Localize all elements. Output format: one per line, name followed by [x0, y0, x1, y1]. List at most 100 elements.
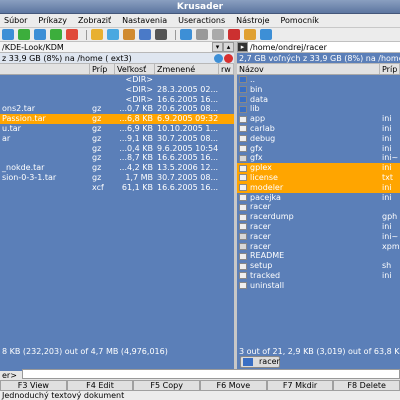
- left-col-size[interactable]: Veľkosť: [115, 64, 155, 74]
- home-icon[interactable]: [34, 29, 46, 40]
- file-icon: [239, 115, 247, 123]
- network-icon[interactable]: [139, 29, 151, 40]
- menu-item-6[interactable]: Pomocník: [280, 16, 318, 25]
- left-col-ext[interactable]: Príp: [90, 64, 115, 74]
- right-file-row[interactable]: tracked ini: [237, 271, 400, 281]
- fkey-button-6[interactable]: F6 Move: [200, 380, 267, 391]
- right-cell-ext: [380, 75, 400, 85]
- left-cell-ext: gz: [92, 104, 102, 114]
- right-file-row[interactable]: racerdump gph: [237, 212, 400, 222]
- right-file-row[interactable]: ..: [237, 75, 400, 85]
- right-file-row[interactable]: bin: [237, 85, 400, 95]
- menu-item-2[interactable]: Zobraziť: [78, 16, 111, 25]
- fkey-button-8[interactable]: F8 Delete: [333, 380, 400, 391]
- swap-icon[interactable]: [180, 29, 192, 40]
- right-file-row[interactable]: gplex ini: [237, 163, 400, 173]
- right-file-row[interactable]: lib: [237, 104, 400, 114]
- left-file-row[interactable]: ar gz ...9,1 KB 30.7.2005 08...: [0, 134, 234, 144]
- menu-item-3[interactable]: Nastavenia: [122, 16, 167, 25]
- left-file-row[interactable]: sion-0-3-1.tar gz 1,7 MB 30.7.2005 08...: [0, 173, 234, 183]
- fkey-button-3[interactable]: F3 View: [0, 380, 67, 391]
- right-file-row[interactable]: racer: [237, 202, 400, 212]
- left-file-row[interactable]: Passion.tar gz ...6,8 KB 6.9.2005 09:32: [0, 114, 234, 124]
- file-icon: [239, 203, 247, 211]
- fkey-button-4[interactable]: F4 Edit: [66, 380, 134, 391]
- right-cell-name: gplex: [250, 163, 272, 173]
- sync-icon[interactable]: [123, 29, 135, 40]
- right-cell-name: ..: [250, 75, 256, 84]
- fkey-button-5[interactable]: F5 Copy: [133, 380, 201, 391]
- root-icon[interactable]: [260, 29, 272, 40]
- menu-item-4[interactable]: Useractions: [178, 16, 225, 25]
- right-file-row[interactable]: debug ini: [237, 134, 400, 144]
- search-icon[interactable]: [107, 29, 119, 40]
- unselect-icon[interactable]: [66, 29, 78, 40]
- window-title: Krusader: [0, 0, 400, 14]
- refresh-icon[interactable]: [18, 29, 30, 40]
- right-file-row[interactable]: racer xpm: [237, 242, 400, 252]
- right-cell-ext: ini: [382, 182, 392, 192]
- left-file-row[interactable]: ons2.tar gz ...0,7 KB 20.6.2005 08...: [0, 104, 234, 114]
- right-file-row[interactable]: racer ini: [237, 222, 400, 232]
- left-history-icon[interactable]: [214, 53, 223, 63]
- file-icon: [239, 193, 247, 201]
- command-line-input[interactable]: [22, 369, 400, 379]
- left-path[interactable]: /KDE-Look/KDM: [0, 43, 212, 52]
- right-file-row[interactable]: carlab ini: [237, 124, 400, 134]
- right-file-row[interactable]: data: [237, 95, 400, 105]
- left-file-row[interactable]: gz ...8,7 KB 16.6.2005 16...: [0, 153, 234, 163]
- right-file-row[interactable]: gfx ini: [237, 144, 400, 154]
- left-file-row[interactable]: xcf 61,1 KB 16.6.2005 16...: [0, 183, 234, 193]
- right-col-ext[interactable]: Príp: [380, 64, 400, 74]
- right-cell-ext: gph: [382, 212, 398, 222]
- right-cell-name: bin: [250, 84, 263, 94]
- menu-item-1[interactable]: Príkazy: [38, 16, 67, 25]
- left-cell-ext: xcf: [92, 182, 104, 192]
- left-col-name[interactable]: [0, 64, 90, 74]
- left-file-list[interactable]: <DIR> <DIR> 28.3.2005 02... <DIR> 16.6.2005 …: [0, 75, 234, 371]
- terminal-icon[interactable]: [155, 29, 167, 40]
- right-file-row[interactable]: gfx ini~: [237, 153, 400, 163]
- left-file-row[interactable]: _nokde.tar gz ...4,2 KB 13.5.2006 12...: [0, 163, 234, 173]
- right-col-name[interactable]: Názov: [237, 64, 380, 74]
- right-path[interactable]: /home/ondrej/racer: [248, 43, 400, 52]
- left-file-row[interactable]: <DIR>: [0, 75, 234, 85]
- right-file-row[interactable]: setup sh: [237, 261, 400, 271]
- tools-icon[interactable]: [196, 29, 208, 40]
- right-file-row[interactable]: pacejka ini: [237, 193, 400, 203]
- left-col-date[interactable]: Zmenené: [155, 64, 219, 74]
- right-file-list[interactable]: .. bin data lib app ini carlab ini debug ini gfx in…: [237, 75, 400, 371]
- right-file-row[interactable]: README: [237, 251, 400, 261]
- right-file-row[interactable]: uninstall: [237, 281, 400, 291]
- right-cell-name: gfx: [250, 143, 263, 153]
- right-file-row[interactable]: racer ini~: [237, 232, 400, 242]
- back-icon[interactable]: [2, 29, 14, 40]
- compare-icon[interactable]: [91, 29, 103, 40]
- folder-icon: [239, 86, 247, 94]
- toolbar-separator: [175, 29, 176, 40]
- left-history-button[interactable]: ▾: [212, 42, 223, 52]
- left-cell-date: 16.6.2005 16...: [157, 153, 219, 163]
- right-file-row[interactable]: license txt: [237, 172, 400, 183]
- left-file-row[interactable]: gz ...0,4 KB 9.6.2005 10:54: [0, 144, 234, 154]
- left-col-rw[interactable]: rw: [219, 64, 234, 74]
- left-bookmarks-button[interactable]: ▴: [223, 42, 234, 52]
- left-cell-name: [0, 75, 90, 85]
- left-cell-ext: gz: [92, 143, 102, 153]
- left-file-row[interactable]: u.tar gz ...6,9 KB 10.10.2005 1...: [0, 124, 234, 134]
- terminal-icon[interactable]: ▸: [237, 42, 248, 52]
- status-bar: Jednoduchý textový dokument: [0, 391, 400, 400]
- right-cell-ext: ini~: [382, 153, 399, 163]
- mount-icon[interactable]: [212, 29, 224, 40]
- fkey-button-7[interactable]: F7 Mkdir: [266, 380, 334, 391]
- flag-icon[interactable]: [228, 29, 240, 40]
- menu-item-0[interactable]: Súbor: [4, 16, 27, 25]
- left-file-row[interactable]: <DIR> 28.3.2005 02...: [0, 85, 234, 95]
- home-right-icon[interactable]: [244, 29, 256, 40]
- select-icon[interactable]: [50, 29, 62, 40]
- left-file-row[interactable]: <DIR> 16.6.2005 16...: [0, 95, 234, 105]
- right-file-row[interactable]: modeler ini: [237, 182, 400, 193]
- right-file-row[interactable]: app ini: [237, 114, 400, 124]
- menu-item-5[interactable]: Nástroje: [236, 16, 269, 25]
- left-bookmark-icon[interactable]: [224, 53, 233, 63]
